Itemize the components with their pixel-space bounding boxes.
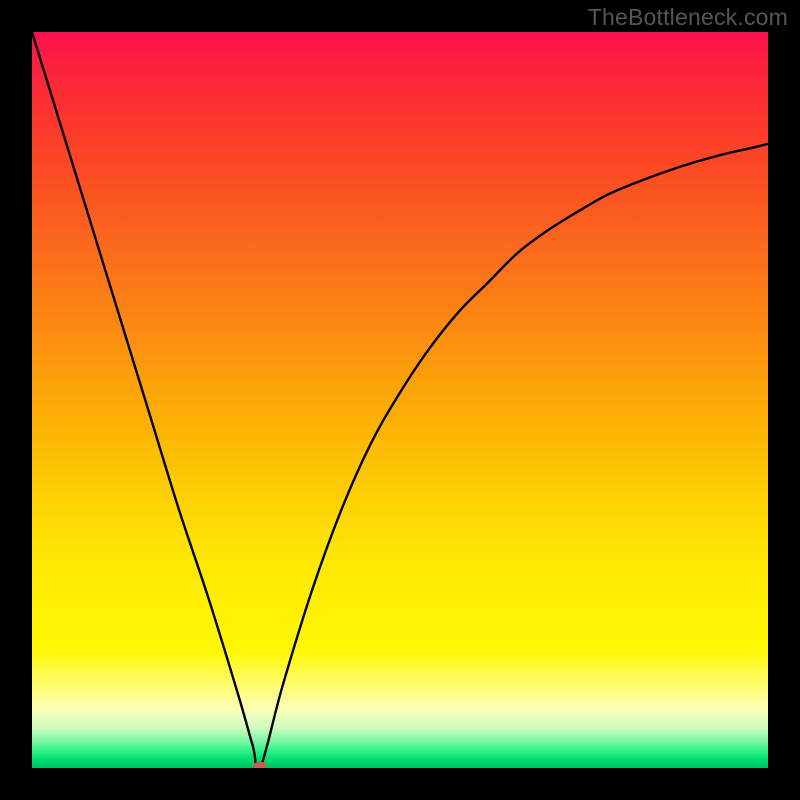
chart-container: TheBottleneck.com <box>0 0 800 800</box>
bottleneck-curve <box>32 32 768 768</box>
plot-area <box>32 32 768 768</box>
optimal-point-marker <box>253 762 267 768</box>
watermark-label: TheBottleneck.com <box>588 4 788 31</box>
curve-svg <box>32 32 768 768</box>
